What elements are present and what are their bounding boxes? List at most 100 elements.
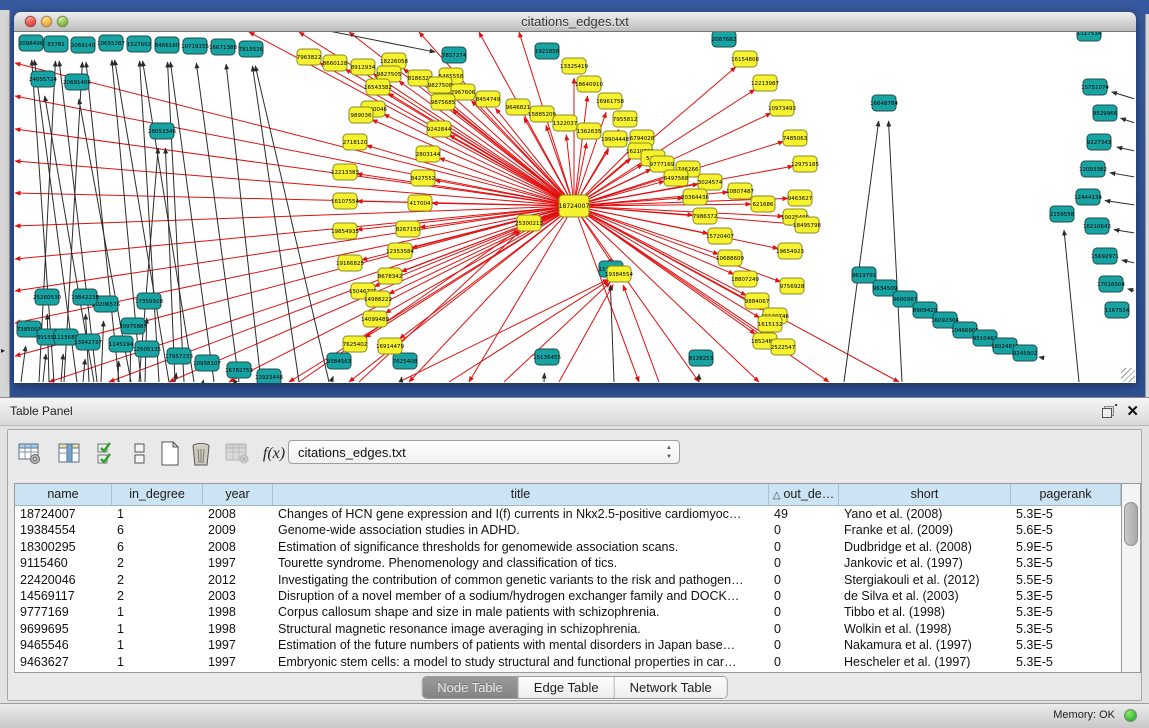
table-cell[interactable]: Stergiakouli et al. (2012)	[839, 572, 1011, 588]
table-cell[interactable]: Structural magnetic resonance image aver…	[273, 621, 769, 637]
graph-node[interactable]: 9875685	[431, 94, 456, 110]
column-header-year[interactable]: year	[203, 484, 273, 505]
table-cell[interactable]: 5.3E-5	[1011, 588, 1121, 604]
table-cell[interactable]: 1998	[203, 604, 273, 620]
table-cell[interactable]: Tourette syndrome. Phenomenology and cla…	[273, 555, 769, 571]
graph-edge[interactable]	[175, 373, 176, 382]
table-cell[interactable]: 5.9E-5	[1011, 539, 1121, 555]
table-settings-icon[interactable]	[16, 440, 44, 468]
graph-node[interactable]: 18724007	[559, 195, 590, 217]
table-cell[interactable]: 0	[769, 572, 839, 588]
select-all-icon[interactable]	[94, 440, 122, 468]
graph-node[interactable]: 9619791	[852, 267, 877, 283]
graph-node[interactable]: 1322037	[553, 115, 578, 131]
graph-node[interactable]: 13942737	[74, 334, 102, 350]
table-cell[interactable]: 2008	[203, 539, 273, 555]
table-cell[interactable]: Yano et al. (2008)	[839, 506, 1011, 522]
table-cell[interactable]: 6	[112, 522, 203, 538]
graph-node[interactable]: 9827508	[428, 77, 453, 93]
graph-node[interactable]: 17016504	[1097, 276, 1125, 292]
table-cell[interactable]: 5.3E-5	[1011, 506, 1121, 522]
new-table-icon[interactable]	[156, 440, 184, 468]
graph-node[interactable]: 8678342	[378, 268, 403, 284]
table-row[interactable]: 969969511998Structural magnetic resonanc…	[15, 621, 1121, 637]
memory-status-indicator[interactable]	[1124, 709, 1137, 722]
table-cell[interactable]: 22420046	[15, 572, 112, 588]
column-header-title[interactable]: title	[273, 484, 769, 505]
table-cell[interactable]: 5.3E-5	[1011, 621, 1121, 637]
table-cell[interactable]: Corpus callosum shape and size in male p…	[273, 604, 769, 620]
graph-node[interactable]: 9245902	[1013, 345, 1038, 361]
graph-node[interactable]: 1527602	[127, 36, 152, 52]
graph-node[interactable]: 9463627	[788, 190, 813, 206]
table-row[interactable]: 1830029562008Estimation of significance …	[15, 539, 1121, 555]
graph-node[interactable]: 7963822	[297, 49, 322, 65]
table-cell[interactable]: Disruption of a novel member of a sodium…	[273, 588, 769, 604]
graph-edge[interactable]	[1128, 289, 1134, 291]
graph-node[interactable]: 14099489	[361, 311, 389, 327]
graph-edge[interactable]	[196, 63, 239, 382]
graph-node[interactable]: 7485063	[783, 130, 808, 146]
graph-node[interactable]: 8660128	[323, 55, 348, 71]
graph-edge[interactable]	[118, 361, 119, 382]
graph-node[interactable]: 7986372	[693, 208, 718, 224]
graph-node[interactable]: 10958107	[193, 355, 221, 371]
graph-node[interactable]: 8912934	[351, 59, 376, 75]
graph-node[interactable]: 30975887	[119, 318, 147, 334]
graph-node[interactable]: 2803144	[416, 146, 441, 162]
table-cell[interactable]: 0	[769, 637, 839, 653]
network-canvas[interactable]: 2098496837812069140106552871527602846616…	[14, 32, 1136, 383]
graph-node[interactable]: 16961758	[596, 93, 624, 109]
graph-node[interactable]: 16210643	[1083, 218, 1111, 234]
table-cell[interactable]: 1	[112, 621, 203, 637]
graph-node[interactable]: 16543382	[364, 79, 392, 95]
tab-network-table[interactable]: Network Table	[615, 677, 727, 698]
graph-node[interactable]: 19842238	[71, 289, 99, 305]
graph-node[interactable]: 19904448	[601, 131, 629, 147]
graph-edge[interactable]	[1122, 260, 1134, 263]
graph-node[interactable]: 9242844	[427, 121, 452, 137]
graph-node[interactable]: 2069140	[71, 37, 96, 53]
graph-node[interactable]: 15885209	[528, 106, 556, 122]
graph-node[interactable]: 15720407	[706, 228, 734, 244]
column-header-name[interactable]: name	[15, 484, 112, 505]
graph-node[interactable]: 15751074	[1081, 79, 1109, 95]
graph-node[interactable]: 14988222	[364, 291, 392, 307]
table-row[interactable]: 1456911722003Disruption of a novel membe…	[15, 588, 1121, 604]
table-cell[interactable]: 0	[769, 604, 839, 620]
table-cell[interactable]: 0	[769, 654, 839, 670]
table-cell[interactable]: Estimation of the future numbers of pati…	[273, 637, 769, 653]
graph-edge[interactable]	[234, 382, 235, 383]
column-header-in_degree[interactable]: in_degree	[112, 484, 203, 505]
graph-edge[interactable]	[15, 206, 574, 356]
graph-node[interactable]: 1167534	[1105, 302, 1130, 318]
column-header-pagerank[interactable]: pagerank	[1011, 484, 1121, 505]
graph-node[interactable]: 2718120	[343, 134, 368, 150]
table-cell[interactable]: 2012	[203, 572, 273, 588]
table-cell[interactable]: 0	[769, 621, 839, 637]
table-cell[interactable]: 1997	[203, 637, 273, 653]
graph-edge[interactable]	[1117, 147, 1134, 151]
graph-node[interactable]: 8267150	[396, 221, 421, 237]
graph-node[interactable]: 16107554	[331, 193, 359, 209]
graph-edge[interactable]	[1064, 230, 1079, 382]
graph-node[interactable]: 16671388	[209, 39, 237, 55]
table-cell[interactable]: 9777169	[15, 604, 112, 620]
table-cell[interactable]: Estimation of significance thresholds fo…	[273, 539, 769, 555]
table-row[interactable]: 977716911998Corpus callosum shape and si…	[15, 604, 1121, 620]
table-cell[interactable]: 2	[112, 588, 203, 604]
graph-node[interactable]: 1117534	[1077, 32, 1102, 41]
graph-node[interactable]: 12505135	[133, 341, 161, 357]
table-cell[interactable]: 14569117	[15, 588, 112, 604]
table-cell[interactable]: Dudbridge et al. (2008)	[839, 539, 1011, 555]
table-cell[interactable]: 6	[112, 539, 203, 555]
graph-node[interactable]: 20364436	[681, 189, 709, 205]
graph-edge[interactable]	[367, 145, 574, 206]
table-cell[interactable]: 49	[769, 506, 839, 522]
table-cell[interactable]: 5.3E-5	[1011, 555, 1121, 571]
table-scrollbar[interactable]	[1121, 483, 1141, 673]
graph-node[interactable]: 25300213	[515, 215, 543, 231]
graph-node[interactable]: 18495798	[793, 217, 821, 233]
table-cell[interactable]: 0	[769, 522, 839, 538]
graph-node[interactable]: 12093382	[1079, 161, 1107, 177]
